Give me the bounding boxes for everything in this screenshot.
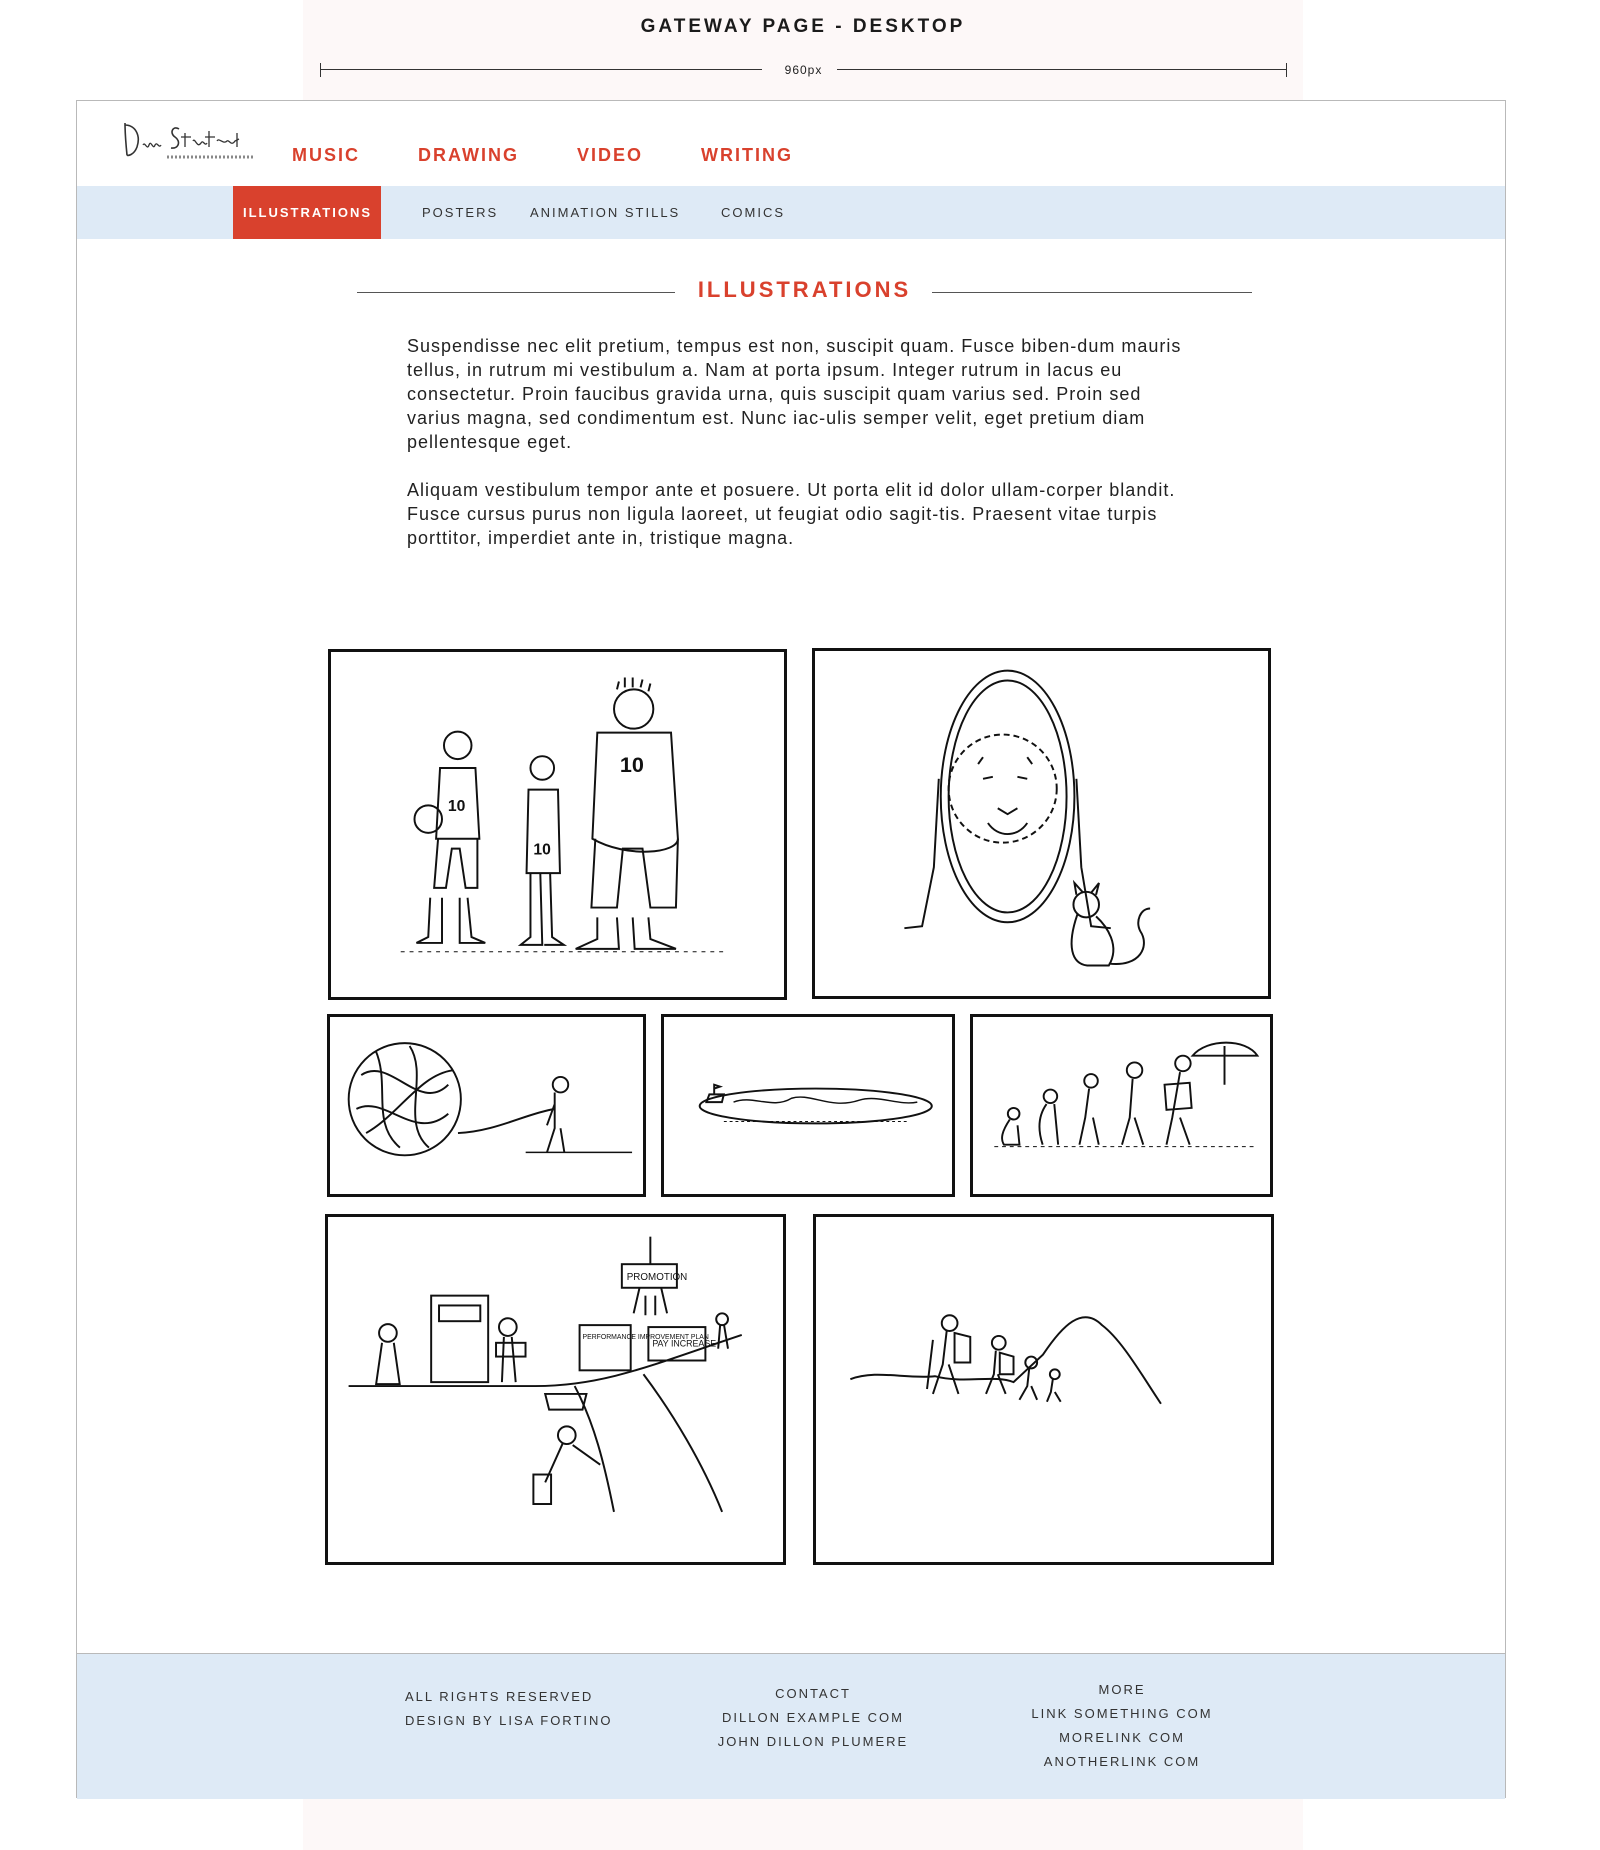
gallery-mountain-hikers[interactable] (813, 1214, 1274, 1565)
subnav-comics[interactable]: COMICS (721, 186, 785, 239)
jersey-number: 10 (533, 841, 551, 858)
intro-paragraph-2: Aliquam vestibulum tempor ante et posuer… (407, 480, 1176, 548)
footer-contact-name[interactable]: JOHN DILLON PLUMERE (713, 1730, 913, 1754)
page-frame: MUSIC DRAWING VIDEO WRITING ILLUSTRATION… (76, 100, 1506, 1799)
section-header: ILLUSTRATIONS (357, 277, 1252, 307)
nav-music[interactable]: MUSIC (292, 145, 360, 166)
site-header: MUSIC DRAWING VIDEO WRITING (77, 101, 1505, 187)
footer-col-rights: ALL RIGHTS RESERVED DESIGN BY LISA FORTI… (405, 1685, 613, 1733)
jersey-number: 10 (448, 798, 466, 815)
subnav-illustrations[interactable]: ILLUSTRATIONS (233, 186, 381, 239)
nav-video[interactable]: VIDEO (577, 145, 643, 166)
width-ruler: 960px (320, 63, 1287, 77)
gallery-tangled-ball[interactable] (327, 1014, 646, 1197)
section-title: ILLUSTRATIONS (697, 277, 912, 302)
site-logo[interactable] (119, 115, 259, 165)
main-nav: MUSIC DRAWING VIDEO WRITING (292, 145, 851, 166)
subnav-posters[interactable]: POSTERS (422, 186, 498, 239)
footer-col-contact: CONTACT DILLON EXAMPLE COM JOHN DILLON P… (713, 1682, 913, 1754)
footer-contact-email[interactable]: DILLON EXAMPLE COM (713, 1706, 913, 1730)
intro-paragraph-1: Suspendisse nec elit pretium, tempus est… (407, 336, 1182, 452)
footer-rights: ALL RIGHTS RESERVED (405, 1689, 594, 1704)
footer-designer: DESIGN BY LISA FORTINO (405, 1713, 613, 1728)
gallery-evolution-march[interactable] (970, 1014, 1273, 1197)
mockup-title: GATEWAY PAGE - DESKTOP (640, 16, 966, 37)
intro-text: Suspendisse nec elit pretium, tempus est… (407, 334, 1197, 574)
jersey-number: 10 (620, 752, 644, 777)
subnav-animation-stills[interactable]: ANIMATION STILLS (530, 186, 680, 239)
ruler-label: 960px (784, 63, 823, 77)
gallery-promotion-path[interactable]: PROMOTION PERFORMANCE IMPROVEMENT PLAN P… (325, 1214, 786, 1565)
site-footer: ALL RIGHTS RESERVED DESIGN BY LISA FORTI… (77, 1653, 1505, 1799)
header-rule-right (932, 292, 1252, 293)
gallery-flat-earth[interactable] (661, 1014, 955, 1197)
gallery-cat-lion-mirror[interactable] (812, 648, 1271, 999)
nav-writing[interactable]: WRITING (701, 145, 793, 166)
nav-drawing[interactable]: DRAWING (418, 145, 519, 166)
gallery-basketball-players[interactable]: 10 10 10 (328, 649, 787, 1000)
footer-contact-heading: CONTACT (775, 1686, 851, 1701)
footer-link-3[interactable]: ANOTHERLINK COM (1022, 1750, 1222, 1774)
footer-more-heading: MORE (1098, 1682, 1146, 1697)
footer-link-1[interactable]: LINK SOMETHING COM (1022, 1702, 1222, 1726)
sub-nav: ILLUSTRATIONS POSTERS ANIMATION STILLS C… (77, 186, 1505, 239)
footer-link-2[interactable]: MORELINK COM (1022, 1726, 1222, 1750)
footer-col-more: MORE LINK SOMETHING COM MORELINK COM ANO… (1022, 1678, 1222, 1774)
promotion-sign: PROMOTION (627, 1272, 688, 1283)
